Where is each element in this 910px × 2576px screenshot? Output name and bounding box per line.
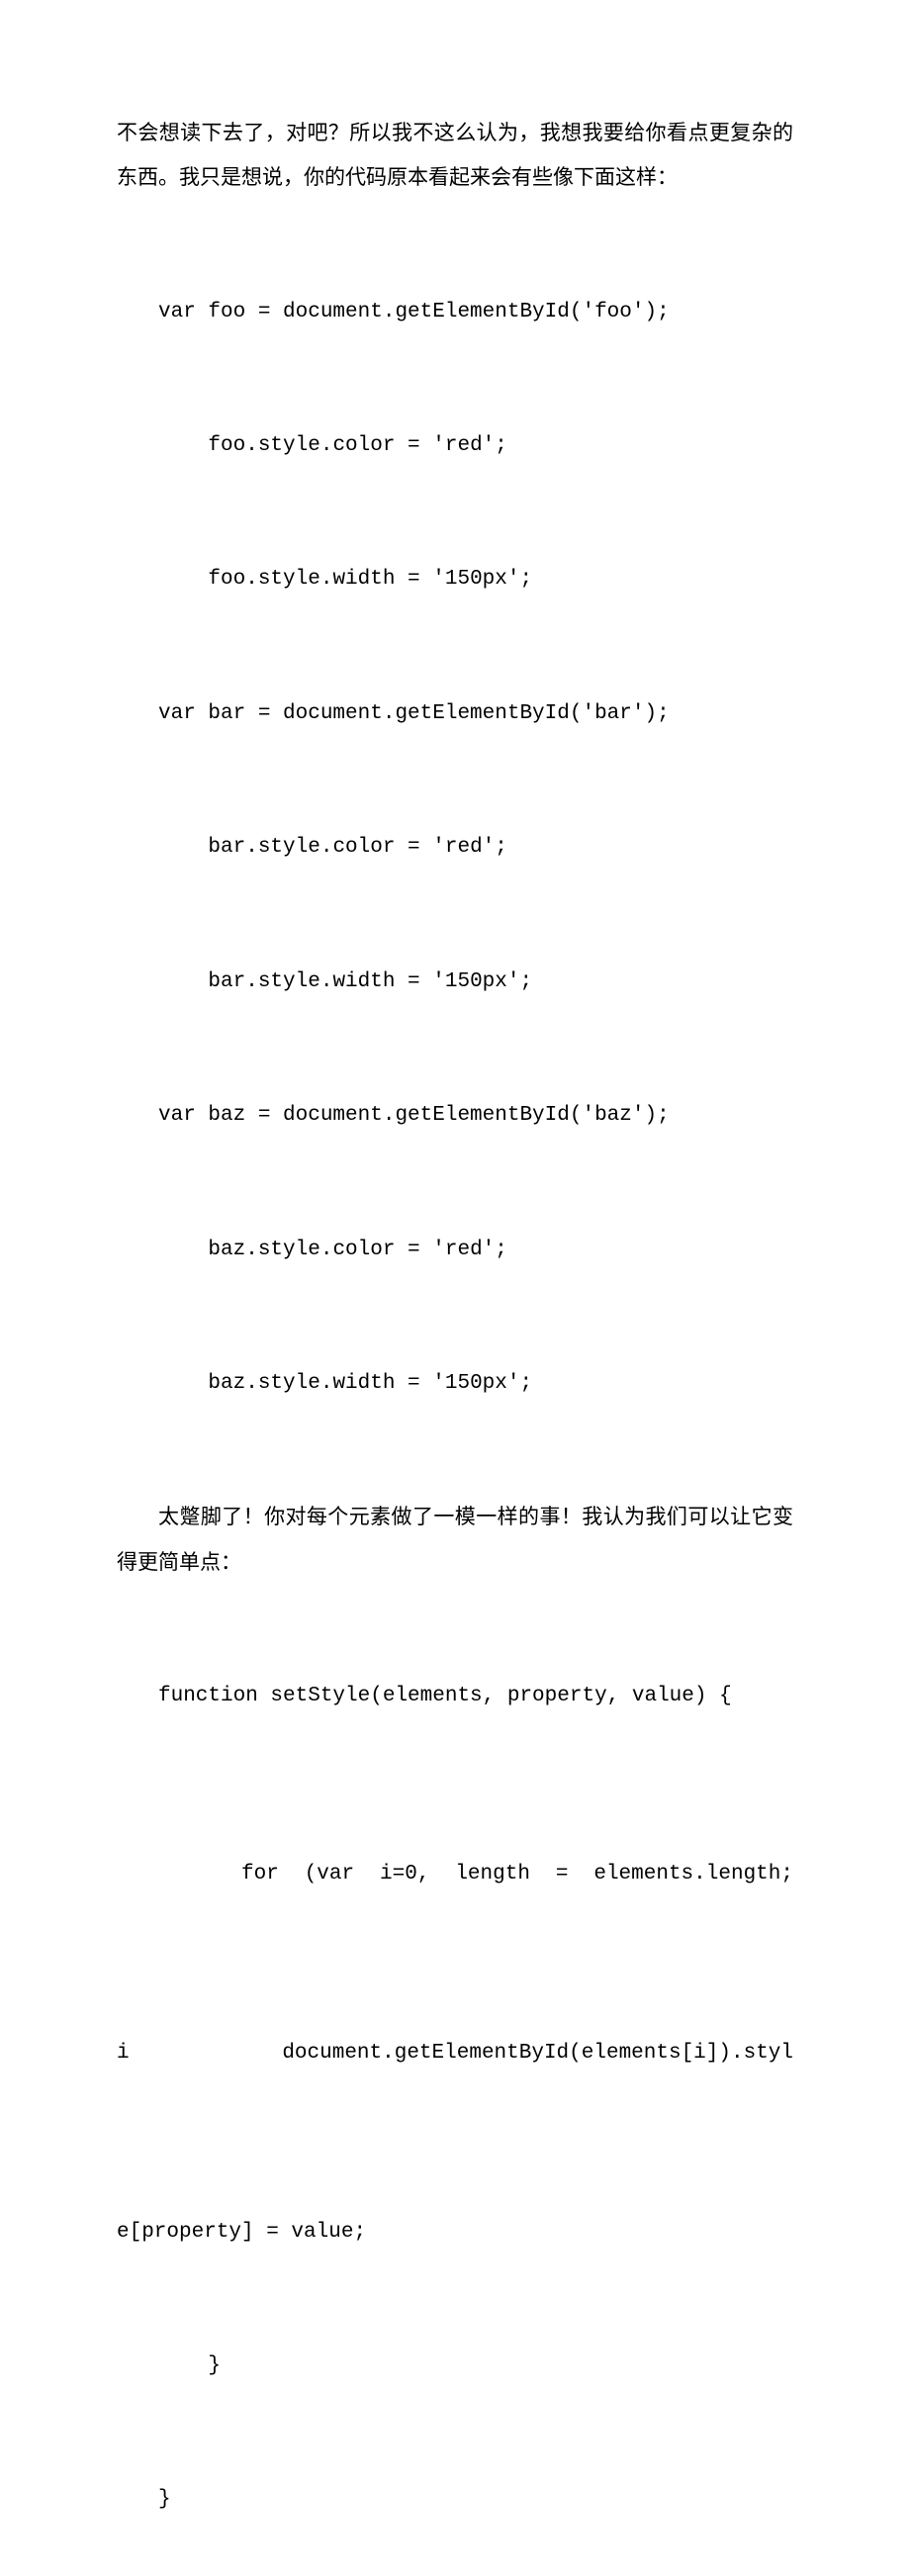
code-token: length: [455, 1852, 530, 1896]
code-line: }: [117, 2344, 793, 2388]
code-line: var baz = document.getElementById('baz')…: [158, 1093, 793, 1138]
code-token: i: [117, 2031, 130, 2075]
code-line: var foo = document.getElementById('foo')…: [158, 290, 793, 334]
code-line: function setStyle(elements, property, va…: [117, 1674, 793, 1718]
code-line: baz.style.width = '150px';: [158, 1361, 793, 1406]
code-token: elements.length;: [593, 1852, 793, 1896]
code-line: bar.style.width = '150px';: [158, 960, 793, 1004]
document-page: 不会想读下去了，对吧？所以我不这么认为，我想我要给你看点更复杂的东西。我只是想说…: [0, 0, 910, 2576]
code-line: for (var i=0, length = elements.length;: [117, 1852, 793, 1896]
intro-paragraph: 不会想读下去了，对吧？所以我不这么认为，我想我要给你看点更复杂的东西。我只是想说…: [117, 111, 793, 200]
mid-paragraph: 太蹩脚了！你对每个元素做了一模一样的事！我认为我们可以让它变得更简单点：: [117, 1495, 793, 1584]
code-line: var bar = document.getElementById('bar')…: [158, 691, 793, 736]
code-block-2: function setStyle(elements, property, va…: [117, 1585, 793, 2576]
code-token: i=0,: [380, 1852, 429, 1896]
code-line: e[property] = value;: [117, 2210, 793, 2254]
code-line: i document.getElementById(elements[i]).s…: [117, 2031, 793, 2075]
code-token: =: [556, 1852, 569, 1896]
code-token: document.getElementById(elements[i]).sty…: [282, 2031, 793, 2075]
code-line: baz.style.color = 'red';: [158, 1228, 793, 1272]
code-line: foo.style.color = 'red';: [158, 423, 793, 468]
code-line: }: [117, 2477, 793, 2522]
code-token: (var: [305, 1852, 354, 1896]
code-line: foo.style.width = '150px';: [158, 557, 793, 601]
code-block-1: var foo = document.getElementById('foo')…: [117, 200, 793, 1495]
code-line: bar.style.color = 'red';: [158, 825, 793, 870]
code-token: for: [241, 1852, 279, 1896]
